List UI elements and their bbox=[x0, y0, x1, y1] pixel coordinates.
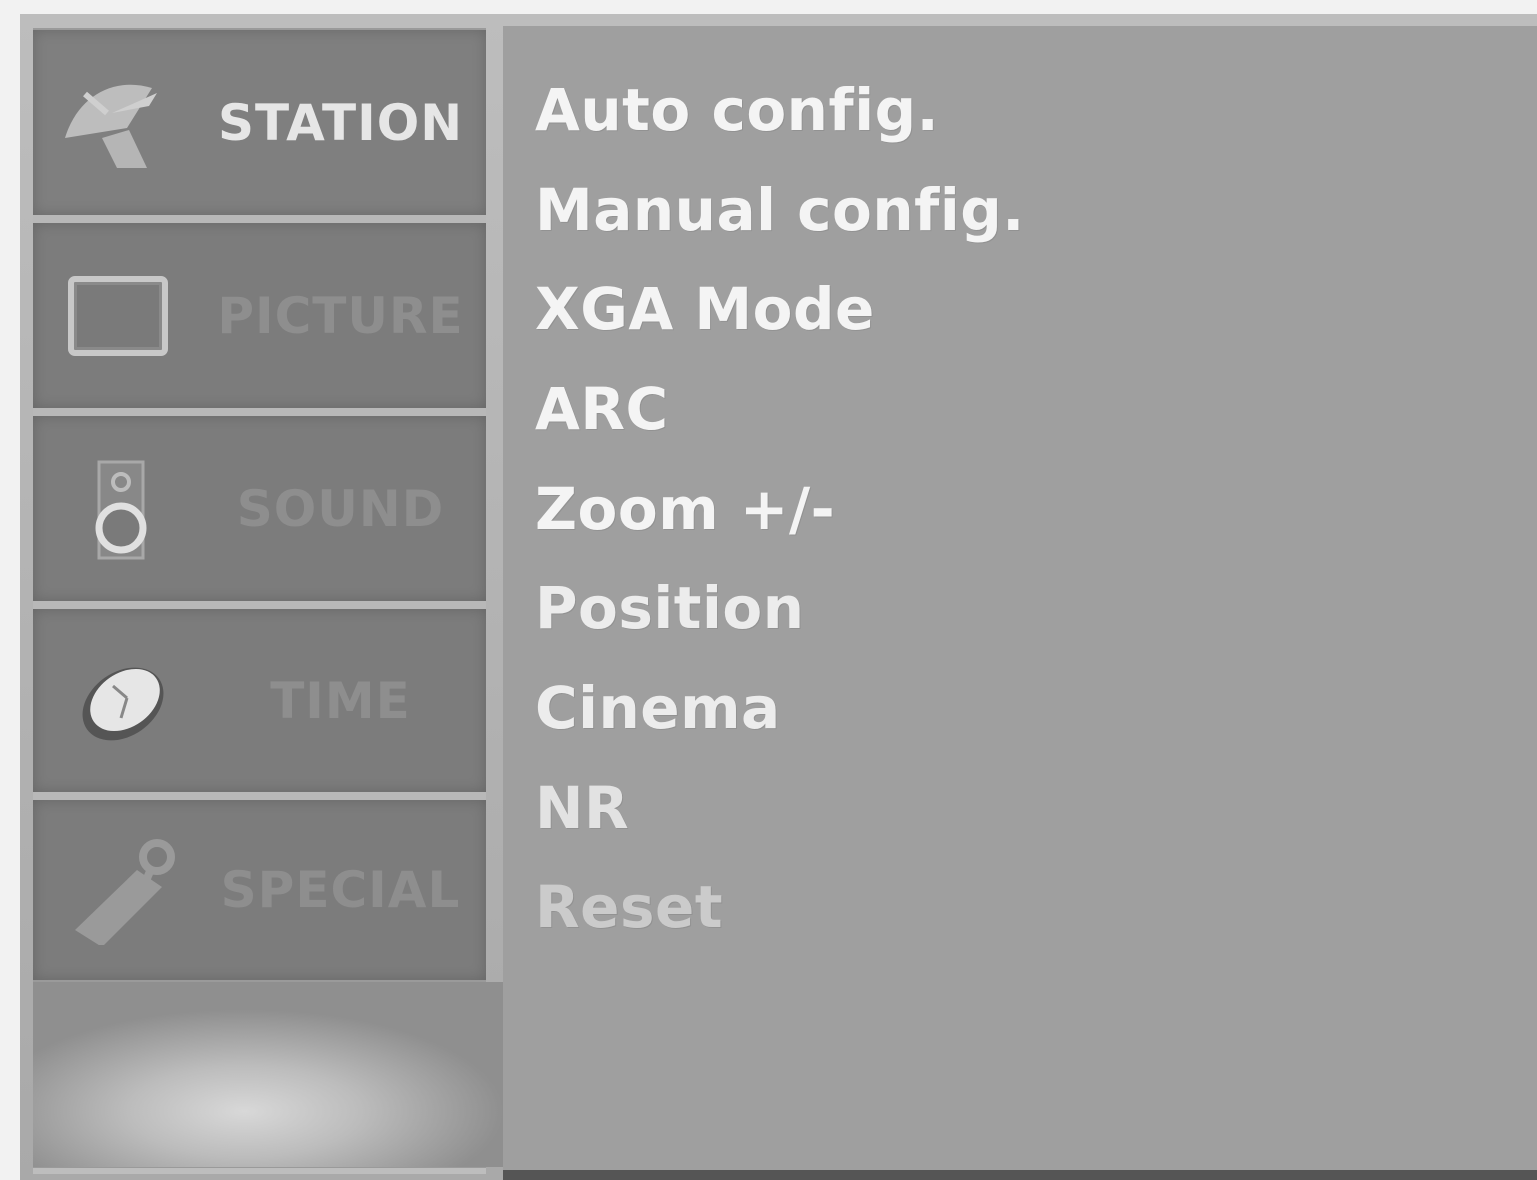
speaker-icon bbox=[57, 454, 177, 564]
tab-picture[interactable]: PICTURE bbox=[33, 223, 486, 408]
menu-item-zoom[interactable]: Zoom +/- bbox=[535, 459, 1025, 559]
menu-item-position[interactable]: Position bbox=[535, 558, 1025, 658]
clock-icon bbox=[57, 646, 177, 756]
menu-item-auto-config[interactable]: Auto config. bbox=[535, 60, 1025, 160]
tab-divider bbox=[33, 408, 486, 416]
tab-station-label: STATION bbox=[217, 93, 464, 152]
menu-item-arc[interactable]: ARC bbox=[535, 359, 1025, 459]
submenu-list: Auto config. Manual config. XGA Mode ARC… bbox=[535, 60, 1025, 957]
menu-item-reset[interactable]: Reset bbox=[535, 858, 1025, 958]
tab-special[interactable]: SPECIAL bbox=[33, 800, 486, 980]
tab-sound-label: SOUND bbox=[236, 479, 445, 538]
tab-picture-label: PICTURE bbox=[217, 286, 464, 345]
submenu-panel-shadow bbox=[503, 1170, 1537, 1180]
tab-sound[interactable]: SOUND bbox=[33, 416, 486, 601]
tab-divider bbox=[33, 792, 486, 800]
tab-station[interactable]: STATION bbox=[33, 30, 486, 215]
tab-special-label: SPECIAL bbox=[220, 861, 461, 919]
tab-divider bbox=[33, 601, 486, 609]
menu-item-nr[interactable]: NR bbox=[535, 758, 1025, 858]
tag-icon bbox=[57, 835, 177, 947]
menu-item-cinema[interactable]: Cinema bbox=[535, 658, 1025, 758]
menu-item-xga-mode[interactable]: XGA Mode bbox=[535, 259, 1025, 359]
tab-time[interactable]: TIME bbox=[33, 609, 486, 792]
sidebar-glow bbox=[33, 982, 503, 1167]
satellite-dish-icon bbox=[57, 68, 177, 178]
monitor-icon bbox=[57, 261, 177, 371]
tab-time-label: TIME bbox=[270, 671, 411, 730]
sidebar-bottom-line bbox=[33, 1168, 486, 1174]
menu-item-manual-config[interactable]: Manual config. bbox=[535, 160, 1025, 260]
tab-divider bbox=[33, 215, 486, 223]
